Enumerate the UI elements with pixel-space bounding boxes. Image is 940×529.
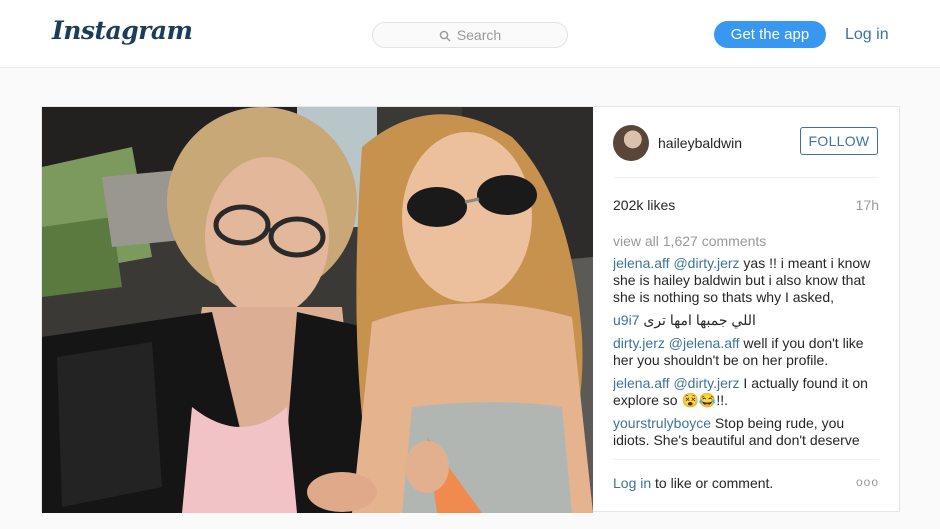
- view-all-comments-link[interactable]: view all 1,627 comments: [613, 233, 766, 249]
- instagram-logo[interactable]: Instagram: [52, 16, 193, 45]
- post-sidebar: haileybaldwin FOLLOW 202k likes 17h view…: [593, 107, 901, 513]
- search-placeholder: Search: [456, 27, 502, 43]
- comment-username[interactable]: u9i7: [613, 312, 639, 328]
- post-photo-illustration: [42, 107, 593, 513]
- login-to-like-link[interactable]: Log in: [613, 475, 651, 491]
- login-prompt-text: to like or comment.: [651, 475, 774, 491]
- search-input[interactable]: Search: [372, 22, 568, 48]
- likes-count[interactable]: 202k likes: [613, 197, 675, 213]
- search-icon: [439, 30, 451, 42]
- avatar[interactable]: [613, 125, 649, 161]
- comment-username[interactable]: yourstrulyboyce: [613, 415, 711, 431]
- comment-item: jelena.aff @dirty.jerz yas !! i meant i …: [613, 255, 881, 306]
- comment-mention[interactable]: @dirty.jerz: [673, 255, 739, 271]
- post-photo[interactable]: [42, 107, 593, 513]
- top-navigation-bar: Instagram Search Get the app Log in: [0, 0, 940, 68]
- comment-item: yourstrulyboyce Stop being rude, you idi…: [613, 415, 881, 449]
- follow-button[interactable]: FOLLOW: [800, 127, 878, 155]
- comment-username[interactable]: jelena.aff: [613, 375, 670, 391]
- post-card: haileybaldwin FOLLOW 202k likes 17h view…: [41, 106, 901, 513]
- comment-username[interactable]: jelena.aff: [613, 255, 670, 271]
- header-login-link[interactable]: Log in: [845, 26, 889, 44]
- divider: [613, 459, 879, 460]
- comment-item: dirty.jerz @jelena.aff well if you don't…: [613, 335, 881, 369]
- comment-item: jelena.aff @dirty.jerz I actually found …: [613, 375, 881, 409]
- post-username[interactable]: haileybaldwin: [658, 135, 742, 151]
- comment-mention[interactable]: @jelena.aff: [669, 335, 740, 351]
- post-age: 17h: [855, 197, 879, 213]
- comment-list: jelena.aff @dirty.jerz yas !! i meant i …: [613, 255, 881, 449]
- login-prompt: Log in to like or comment.: [613, 475, 773, 491]
- post-header: haileybaldwin FOLLOW: [613, 125, 879, 165]
- comment-text: اللي جمبها امها ترى: [643, 312, 756, 328]
- comment-item: u9i7 اللي جمبها امها ترى: [613, 312, 881, 329]
- divider: [613, 177, 879, 178]
- comment-username[interactable]: dirty.jerz: [613, 335, 665, 351]
- comment-mention[interactable]: @dirty.jerz: [673, 375, 739, 391]
- more-options-button[interactable]: ooo: [856, 475, 879, 489]
- get-the-app-button[interactable]: Get the app: [714, 21, 826, 48]
